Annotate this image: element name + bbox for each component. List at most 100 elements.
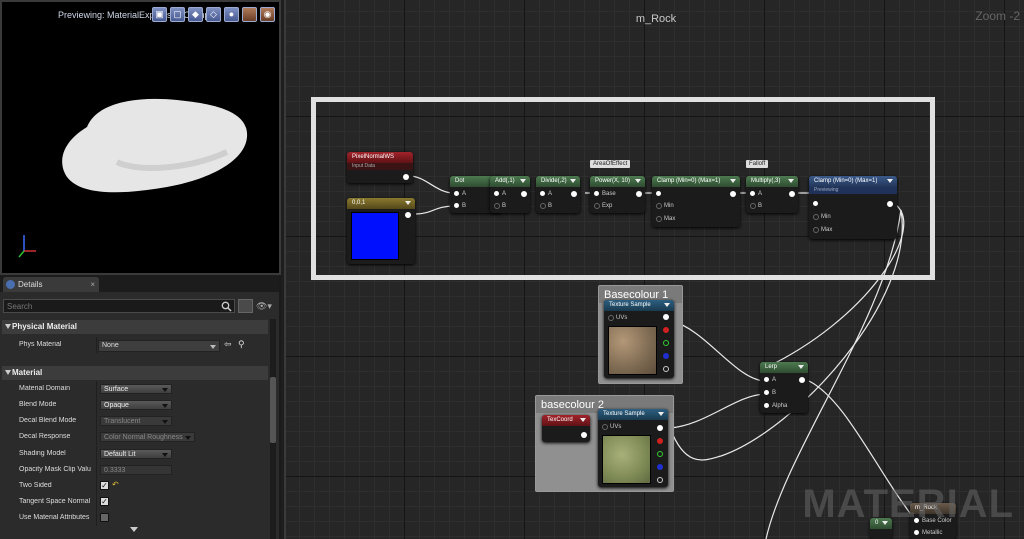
pin-b[interactable]: B [762,389,776,397]
prop-combo[interactable]: Color Normal Roughness [100,432,195,442]
output-pin[interactable] [789,191,795,197]
node-title: Texture Sample [604,300,674,311]
browse-search-icon[interactable]: ⚲ [238,339,245,350]
prop-combo[interactable]: Opaque [100,400,172,410]
close-tab-icon[interactable]: × [90,277,95,292]
material-graph[interactable]: m_Rock Zoom -2 PixelNormalWS Input Data … [284,0,1024,539]
expand-advanced-icon[interactable] [130,527,138,532]
node-title: Clamp (Min=0) (Max=1) [652,176,740,187]
prop-checkbox[interactable] [100,513,109,522]
category-physical-material[interactable]: Physical Material [2,320,268,334]
output-pin[interactable] [571,191,577,197]
pin-b[interactable]: B [492,202,506,210]
category-material[interactable]: Material [2,366,268,380]
pin-a[interactable]: A [762,376,776,384]
node-lerp[interactable]: Lerp A B Alpha [760,362,808,413]
viewport-grid-button[interactable] [242,7,257,22]
output-pin[interactable] [636,191,642,197]
output-pin-rgb[interactable] [663,314,669,320]
output-pin[interactable] [581,432,587,438]
viewport-mesh-button[interactable]: ● [224,7,239,22]
tab-details[interactable]: Details × [3,277,99,292]
pin-exp[interactable]: Exp [592,202,612,210]
pin-min[interactable]: Min [811,213,831,221]
output-pin-g[interactable] [657,451,663,457]
pin-a[interactable]: A [492,190,506,198]
node-divide[interactable]: Divide(,2) A B [536,176,580,213]
output-pin[interactable] [403,174,409,180]
prop-checkbox[interactable]: ✓ [100,481,109,490]
viewport-cylinder-button[interactable]: ◆ [188,7,203,22]
node-title: Divide(,2) [536,176,580,187]
search-input[interactable] [4,300,214,312]
prop-row: Decal Response Color Normal Roughness [2,429,268,445]
pin-a[interactable]: A [452,190,466,198]
viewport-sphere-button[interactable]: ▣ [152,7,167,22]
pin-alpha[interactable]: Alpha [762,402,787,410]
property-matrix-button[interactable] [238,299,253,313]
prop-label: Shading Model [19,450,66,457]
prop-row: Use Material Attributes [2,510,268,526]
node-clamp-1[interactable]: Clamp (Min=0) (Max=1) Min Max [652,176,740,227]
output-pin-a[interactable] [663,366,669,372]
prop-label: Use Material Attributes [19,514,90,521]
output-pin-a[interactable] [657,477,663,483]
viewport-cube-button[interactable]: ◇ [206,7,221,22]
output-pin[interactable] [730,191,736,197]
scrollbar-thumb[interactable] [270,377,276,443]
output-pin-rgb[interactable] [657,425,663,431]
pin-b[interactable]: B [748,202,762,210]
pin-base[interactable]: Base [592,190,616,198]
details-scrollbar[interactable] [270,319,276,539]
node-title: Lerp [760,362,808,373]
node-power[interactable]: Power(X, 10) Base Exp [590,176,645,213]
tab-details-label: Details [18,280,43,289]
output-pin[interactable] [887,201,893,207]
output-pin[interactable] [405,212,411,218]
pin-a[interactable]: A [748,190,762,198]
use-selected-arrow-icon[interactable]: ⇦ [224,339,232,350]
prop-row: Opacity Mask Clip Valu 0.3333 [2,462,268,478]
output-pin-r[interactable] [657,438,663,444]
node-texture-sample-1[interactable]: Texture Sample UVs [604,300,674,378]
node-multiply[interactable]: Multiply(,3) A B [746,176,798,213]
node-texcoord[interactable]: TexCoord [542,415,590,442]
output-pin-g[interactable] [663,340,669,346]
view-options-eye-icon[interactable]: 👁▾ [256,301,276,313]
pin-max[interactable]: Max [811,226,832,234]
node-pixelnormalws[interactable]: PixelNormalWS Input Data [347,152,413,183]
node-add[interactable]: Add(,1) A B [490,176,530,213]
prop-combo[interactable]: Translucent [100,416,172,426]
preview-viewport[interactable]: Previewing: MaterialExpressionClamp_1 ▣ … [0,0,281,275]
prop-label: Material Domain [19,385,70,392]
output-pin-b[interactable] [657,464,663,470]
viewport-plane-button[interactable]: ▢ [170,7,185,22]
prop-label: Phys Material [19,341,62,348]
reset-default-icon[interactable]: ↶ [112,480,119,489]
node-texture-sample-2[interactable]: Texture Sample UVs [598,409,668,487]
pin-a[interactable]: A [538,190,552,198]
prop-combo[interactable]: Surface [100,384,172,394]
node-clamp-2[interactable]: Clamp (Min=0) (Max=1) Previewing Min Max [809,176,897,239]
prop-checkbox[interactable]: ✓ [100,497,109,506]
output-pin-b[interactable] [663,353,669,359]
pin-uvs[interactable]: UVs [606,314,627,322]
phys-material-combo[interactable]: None [98,340,220,352]
pin-min[interactable]: Min [654,202,674,210]
output-pin[interactable] [521,191,527,197]
pin-max[interactable]: Max [654,215,675,223]
search-icon[interactable] [221,301,232,312]
node-title: PixelNormalWS [347,152,413,163]
prop-combo[interactable]: Default Lit [100,449,172,459]
viewport-realtime-button[interactable]: ◉ [260,7,275,22]
output-pin[interactable] [799,377,805,383]
prop-label: Opacity Mask Clip Valu [19,466,91,473]
pin-metallic[interactable]: Metallic [912,529,942,537]
node-constant3[interactable]: 0,0,1 [347,198,415,264]
prop-row: Blend Mode Opaque [2,397,268,413]
prop-number-field[interactable]: 0.3333 [100,465,172,475]
output-pin-r[interactable] [663,327,669,333]
pin-uvs[interactable]: UVs [600,423,621,431]
pin-b[interactable]: B [538,202,552,210]
pin-b[interactable]: B [452,202,466,210]
